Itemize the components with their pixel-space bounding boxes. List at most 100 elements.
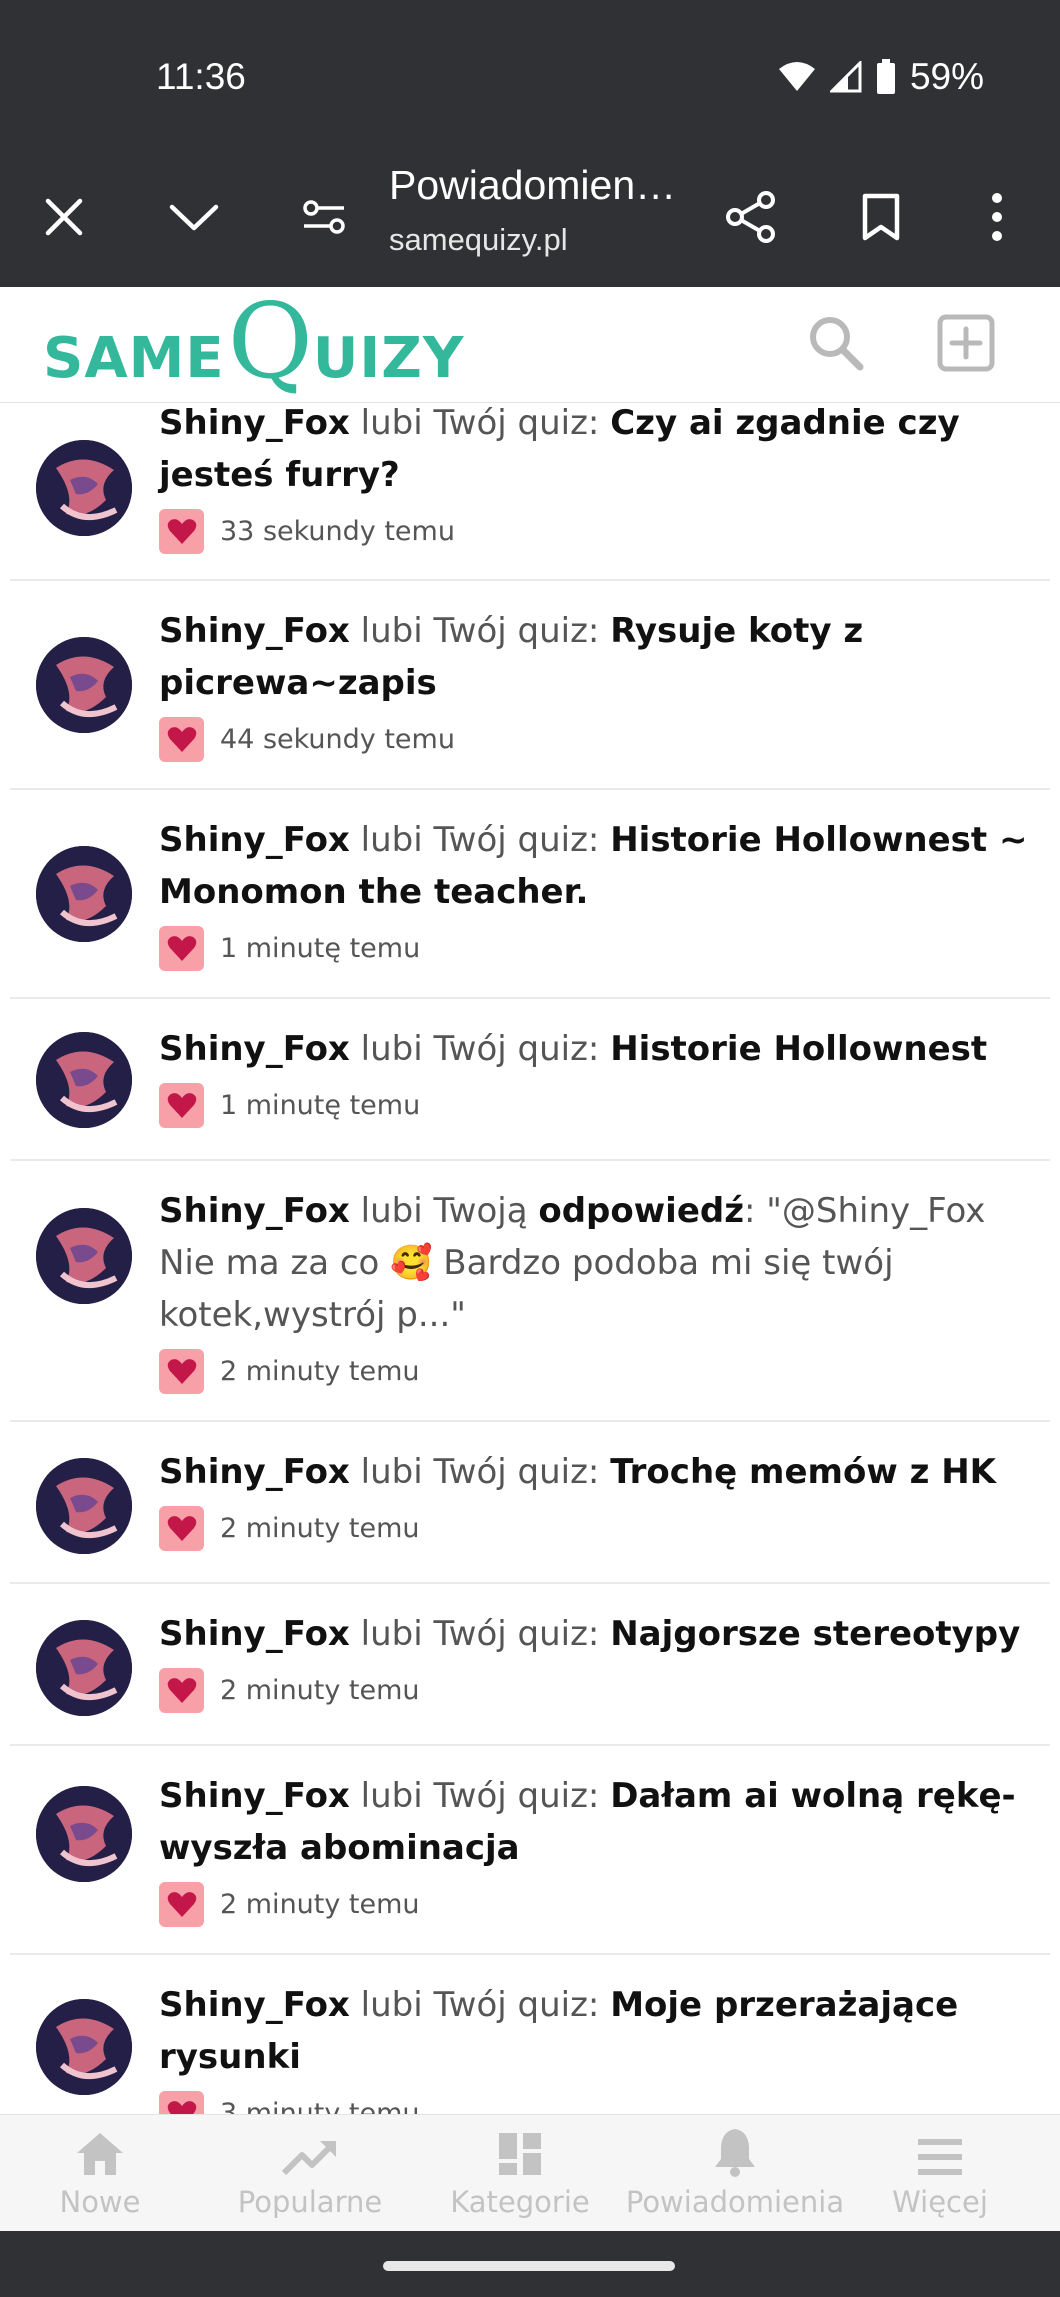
user-link[interactable]: Shiny_Fox	[159, 1985, 350, 2025]
nav-item-categories[interactable]: Kategorie	[440, 2115, 600, 2232]
heart-icon	[159, 1506, 204, 1551]
notification-meta: 2 minuty temu	[159, 1668, 1030, 1713]
nav-item-more[interactable]: Więcej	[870, 2115, 1010, 2232]
notification-body: Shiny_Fox lubi Twój quiz: Trochę memów z…	[159, 1446, 1030, 1551]
system-gesture-bar	[0, 2231, 1060, 2297]
bottom-navigation: Nowe Popularne Kategorie Powiadomienia W…	[0, 2114, 1060, 2231]
notification-time: 2 minuty temu	[220, 1675, 420, 1706]
notification-text: Shiny_Fox lubi Twoją odpowiedź: "@Shiny_…	[159, 1185, 1030, 1341]
notification-time: 33 sekundy temu	[220, 516, 455, 547]
share-icon[interactable]	[716, 182, 786, 252]
nav-item-new[interactable]: Nowe	[20, 2115, 180, 2232]
status-bar: 11:36 59%	[0, 0, 1060, 150]
logo-same-text: SAME	[43, 326, 225, 391]
heart-icon	[159, 1882, 204, 1927]
avatar[interactable]	[36, 1458, 132, 1554]
chevron-down-icon[interactable]	[159, 182, 229, 252]
action-text: lubi Twoją	[360, 1191, 528, 1231]
notification-text: Shiny_Fox lubi Twój quiz: Rysuje koty z …	[159, 605, 1030, 709]
samequizy-logo[interactable]: SAME Q UIZY	[43, 289, 464, 399]
close-icon[interactable]	[29, 182, 99, 252]
search-icon[interactable]	[806, 313, 866, 373]
action-text: lubi Twój quiz:	[360, 820, 600, 860]
action-text: lubi Twój quiz:	[360, 1985, 600, 2025]
status-time: 11:36	[156, 56, 246, 97]
user-link[interactable]: Shiny_Fox	[159, 820, 350, 860]
notification-item[interactable]: Shiny_Fox lubi Twój quiz: Historie Hollo…	[10, 790, 1050, 999]
nav-item-notifications[interactable]: Powiadomienia	[620, 2115, 850, 2232]
quiz-link[interactable]: Najgorsze stereotypy	[610, 1614, 1020, 1654]
notification-text: Shiny_Fox lubi Twój quiz: Moje przerażaj…	[159, 1979, 1030, 2083]
nav-item-popular[interactable]: Popularne	[220, 2115, 400, 2232]
heart-icon	[159, 1668, 204, 1713]
notification-text: Shiny_Fox lubi Twój quiz: Historie Hollo…	[159, 814, 1030, 918]
logo-q-letter: Q	[227, 280, 313, 402]
notification-item[interactable]: Shiny_Fox lubi Twoją odpowiedź: "@Shiny_…	[10, 1161, 1050, 1422]
notification-item[interactable]: Shiny_Fox lubi Twój quiz: Historie Hollo…	[10, 999, 1050, 1161]
notification-time: 1 minutę temu	[220, 933, 421, 964]
notification-item[interactable]: Shiny_Fox lubi Twój quiz: Najgorsze ster…	[10, 1584, 1050, 1746]
notification-meta: 3 minuty temu	[159, 2091, 1030, 2114]
avatar[interactable]	[36, 440, 132, 536]
user-link[interactable]: Shiny_Fox	[159, 611, 350, 651]
nav-label: Kategorie	[450, 2185, 590, 2219]
tab-title[interactable]: Powiadomien…	[389, 162, 689, 209]
user-link[interactable]: Shiny_Fox	[159, 1029, 350, 1069]
notification-meta: 44 sekundy temu	[159, 717, 1030, 762]
notification-item[interactable]: Shiny_Fox lubi Twój quiz: Rysuje koty z …	[10, 581, 1050, 790]
notification-text: Shiny_Fox lubi Twój quiz: Dałam ai wolną…	[159, 1770, 1030, 1874]
notification-body: Shiny_Fox lubi Twój quiz: Najgorsze ster…	[159, 1608, 1030, 1713]
avatar[interactable]	[36, 1999, 132, 2095]
notification-item[interactable]: Shiny_Fox lubi Twój quiz: Moje przerażaj…	[10, 1955, 1050, 2114]
notification-time: 2 minuty temu	[220, 1889, 420, 1920]
avatar[interactable]	[36, 1208, 132, 1304]
heart-icon	[159, 2091, 204, 2114]
action-text: lubi Twój quiz:	[360, 611, 600, 651]
add-quiz-icon[interactable]	[936, 313, 996, 373]
quiz-link[interactable]: Trochę memów z HK	[610, 1452, 996, 1492]
avatar[interactable]	[36, 637, 132, 733]
notification-text: Shiny_Fox lubi Twój quiz: Czy ai zgadnie…	[159, 403, 1030, 501]
heart-icon	[159, 926, 204, 971]
action-text: lubi Twój quiz:	[360, 1776, 600, 1816]
trending-icon	[220, 2115, 400, 2177]
user-link[interactable]: Shiny_Fox	[159, 1191, 350, 1231]
avatar[interactable]	[36, 846, 132, 942]
notification-body: Shiny_Fox lubi Twój quiz: Historie Hollo…	[159, 1023, 1030, 1128]
home-gesture-handle[interactable]	[383, 2261, 675, 2271]
battery-icon	[876, 59, 896, 95]
heart-icon	[159, 717, 204, 762]
notification-meta: 2 minuty temu	[159, 1349, 1030, 1394]
heart-icon	[159, 509, 204, 554]
notification-body: Shiny_Fox lubi Twój quiz: Dałam ai wolną…	[159, 1770, 1030, 1927]
quiz-link[interactable]: Historie Hollownest	[610, 1029, 987, 1069]
notifications-list: Shiny_Fox lubi Twój quiz: Czy ai zgadnie…	[10, 403, 1050, 2114]
notification-meta: 2 minuty temu	[159, 1506, 1030, 1551]
page-settings-icon[interactable]	[289, 182, 359, 252]
notification-text: Shiny_Fox lubi Twój quiz: Trochę memów z…	[159, 1446, 1030, 1498]
page-url[interactable]: samequizy.pl	[389, 222, 568, 258]
user-link[interactable]: Shiny_Fox	[159, 1614, 350, 1654]
avatar[interactable]	[36, 1032, 132, 1128]
bookmark-icon[interactable]	[846, 182, 916, 252]
notification-meta: 33 sekundy temu	[159, 509, 1030, 554]
more-vert-icon[interactable]	[962, 182, 1032, 252]
user-link[interactable]: Shiny_Fox	[159, 1452, 350, 1492]
notification-body: Shiny_Fox lubi Twój quiz: Historie Hollo…	[159, 814, 1030, 971]
user-link[interactable]: Shiny_Fox	[159, 1776, 350, 1816]
nav-label: Powiadomienia	[625, 2185, 845, 2219]
grid-icon	[440, 2115, 600, 2177]
home-icon	[20, 2115, 180, 2177]
notification-item[interactable]: Shiny_Fox lubi Twój quiz: Dałam ai wolną…	[10, 1746, 1050, 1955]
notification-time: 3 minuty temu	[220, 2098, 420, 2114]
notification-time: 44 sekundy temu	[220, 724, 455, 755]
notification-meta: 1 minutę temu	[159, 1083, 1030, 1128]
avatar[interactable]	[36, 1786, 132, 1882]
notification-item[interactable]: Shiny_Fox lubi Twój quiz: Czy ai zgadnie…	[10, 403, 1050, 581]
user-link[interactable]: Shiny_Fox	[159, 403, 350, 443]
logo-uizy-text: UIZY	[312, 326, 465, 391]
avatar[interactable]	[36, 1620, 132, 1716]
notification-body: Shiny_Fox lubi Twój quiz: Czy ai zgadnie…	[159, 403, 1030, 554]
notification-item[interactable]: Shiny_Fox lubi Twój quiz: Trochę memów z…	[10, 1422, 1050, 1584]
answer-link[interactable]: odpowiedź	[538, 1191, 744, 1231]
